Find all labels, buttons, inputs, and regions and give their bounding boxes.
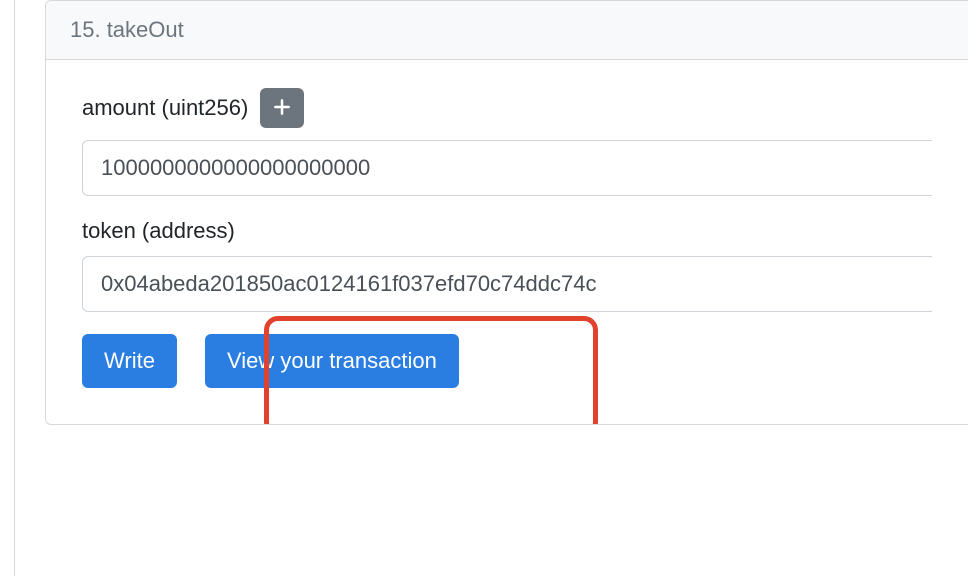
field-token: token (address) <box>82 218 932 312</box>
view-transaction-label: View your transaction <box>227 348 437 373</box>
panel-title: 15. takeOut <box>70 17 184 42</box>
write-button[interactable]: Write <box>82 334 177 388</box>
plus-icon <box>272 97 292 120</box>
field-amount: amount (uint256) <box>82 88 932 196</box>
token-input[interactable] <box>82 256 932 312</box>
write-button-label: Write <box>104 348 155 373</box>
token-label: token (address) <box>82 218 235 244</box>
button-row: Write View your transaction <box>82 334 932 388</box>
add-input-button[interactable] <box>260 88 304 128</box>
function-panel: 15. takeOut amount (uint256) <box>45 0 968 425</box>
amount-label: amount (uint256) <box>82 95 248 121</box>
view-transaction-button[interactable]: View your transaction <box>205 334 459 388</box>
amount-input[interactable] <box>82 140 932 196</box>
panel-body: amount (uint256) token (address) <box>46 60 968 424</box>
panel-header[interactable]: 15. takeOut <box>46 1 968 60</box>
